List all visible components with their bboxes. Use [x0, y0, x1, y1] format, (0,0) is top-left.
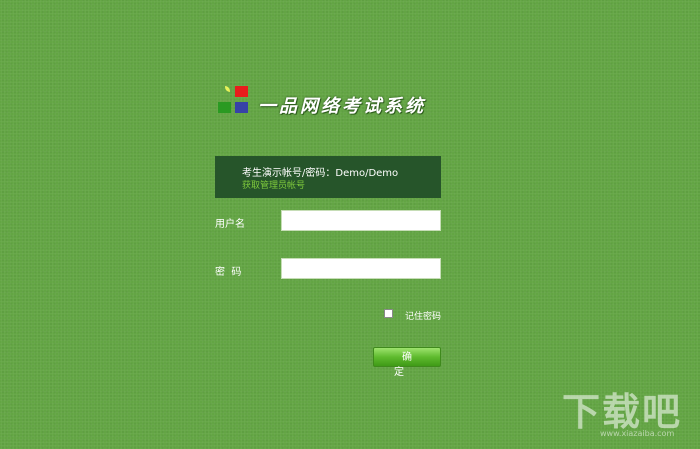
logo-leaf-icon — [225, 86, 230, 92]
demo-account-text: 考生演示帐号/密码：Demo/Demo — [242, 168, 399, 179]
app-title: 一品网络考试系统 — [258, 96, 426, 117]
watermark-text: 下载吧 — [562, 390, 683, 434]
remember-password-checkbox[interactable] — [384, 309, 393, 318]
username-label: 用户名 — [215, 219, 245, 230]
password-input[interactable] — [281, 258, 441, 279]
watermark-url: www.xiazaiba.com — [600, 429, 675, 438]
username-input[interactable] — [281, 210, 441, 231]
demo-info-box: 考生演示帐号/密码：Demo/Demo 获取管理员帐号 — [215, 156, 441, 198]
logo-red-square — [235, 86, 248, 97]
logo-blue-square — [235, 102, 248, 113]
app-logo — [216, 86, 250, 116]
password-label: 密 码 — [215, 267, 242, 278]
remember-password-label[interactable]: 记住密码 — [405, 309, 441, 322]
watermark-logo: 下载吧 www.xiazaiba.com — [556, 381, 694, 445]
logo-green-square — [218, 102, 231, 113]
get-admin-account-link[interactable]: 获取管理员帐号 — [242, 178, 305, 191]
confirm-button[interactable]: 确 定 — [373, 347, 441, 378]
